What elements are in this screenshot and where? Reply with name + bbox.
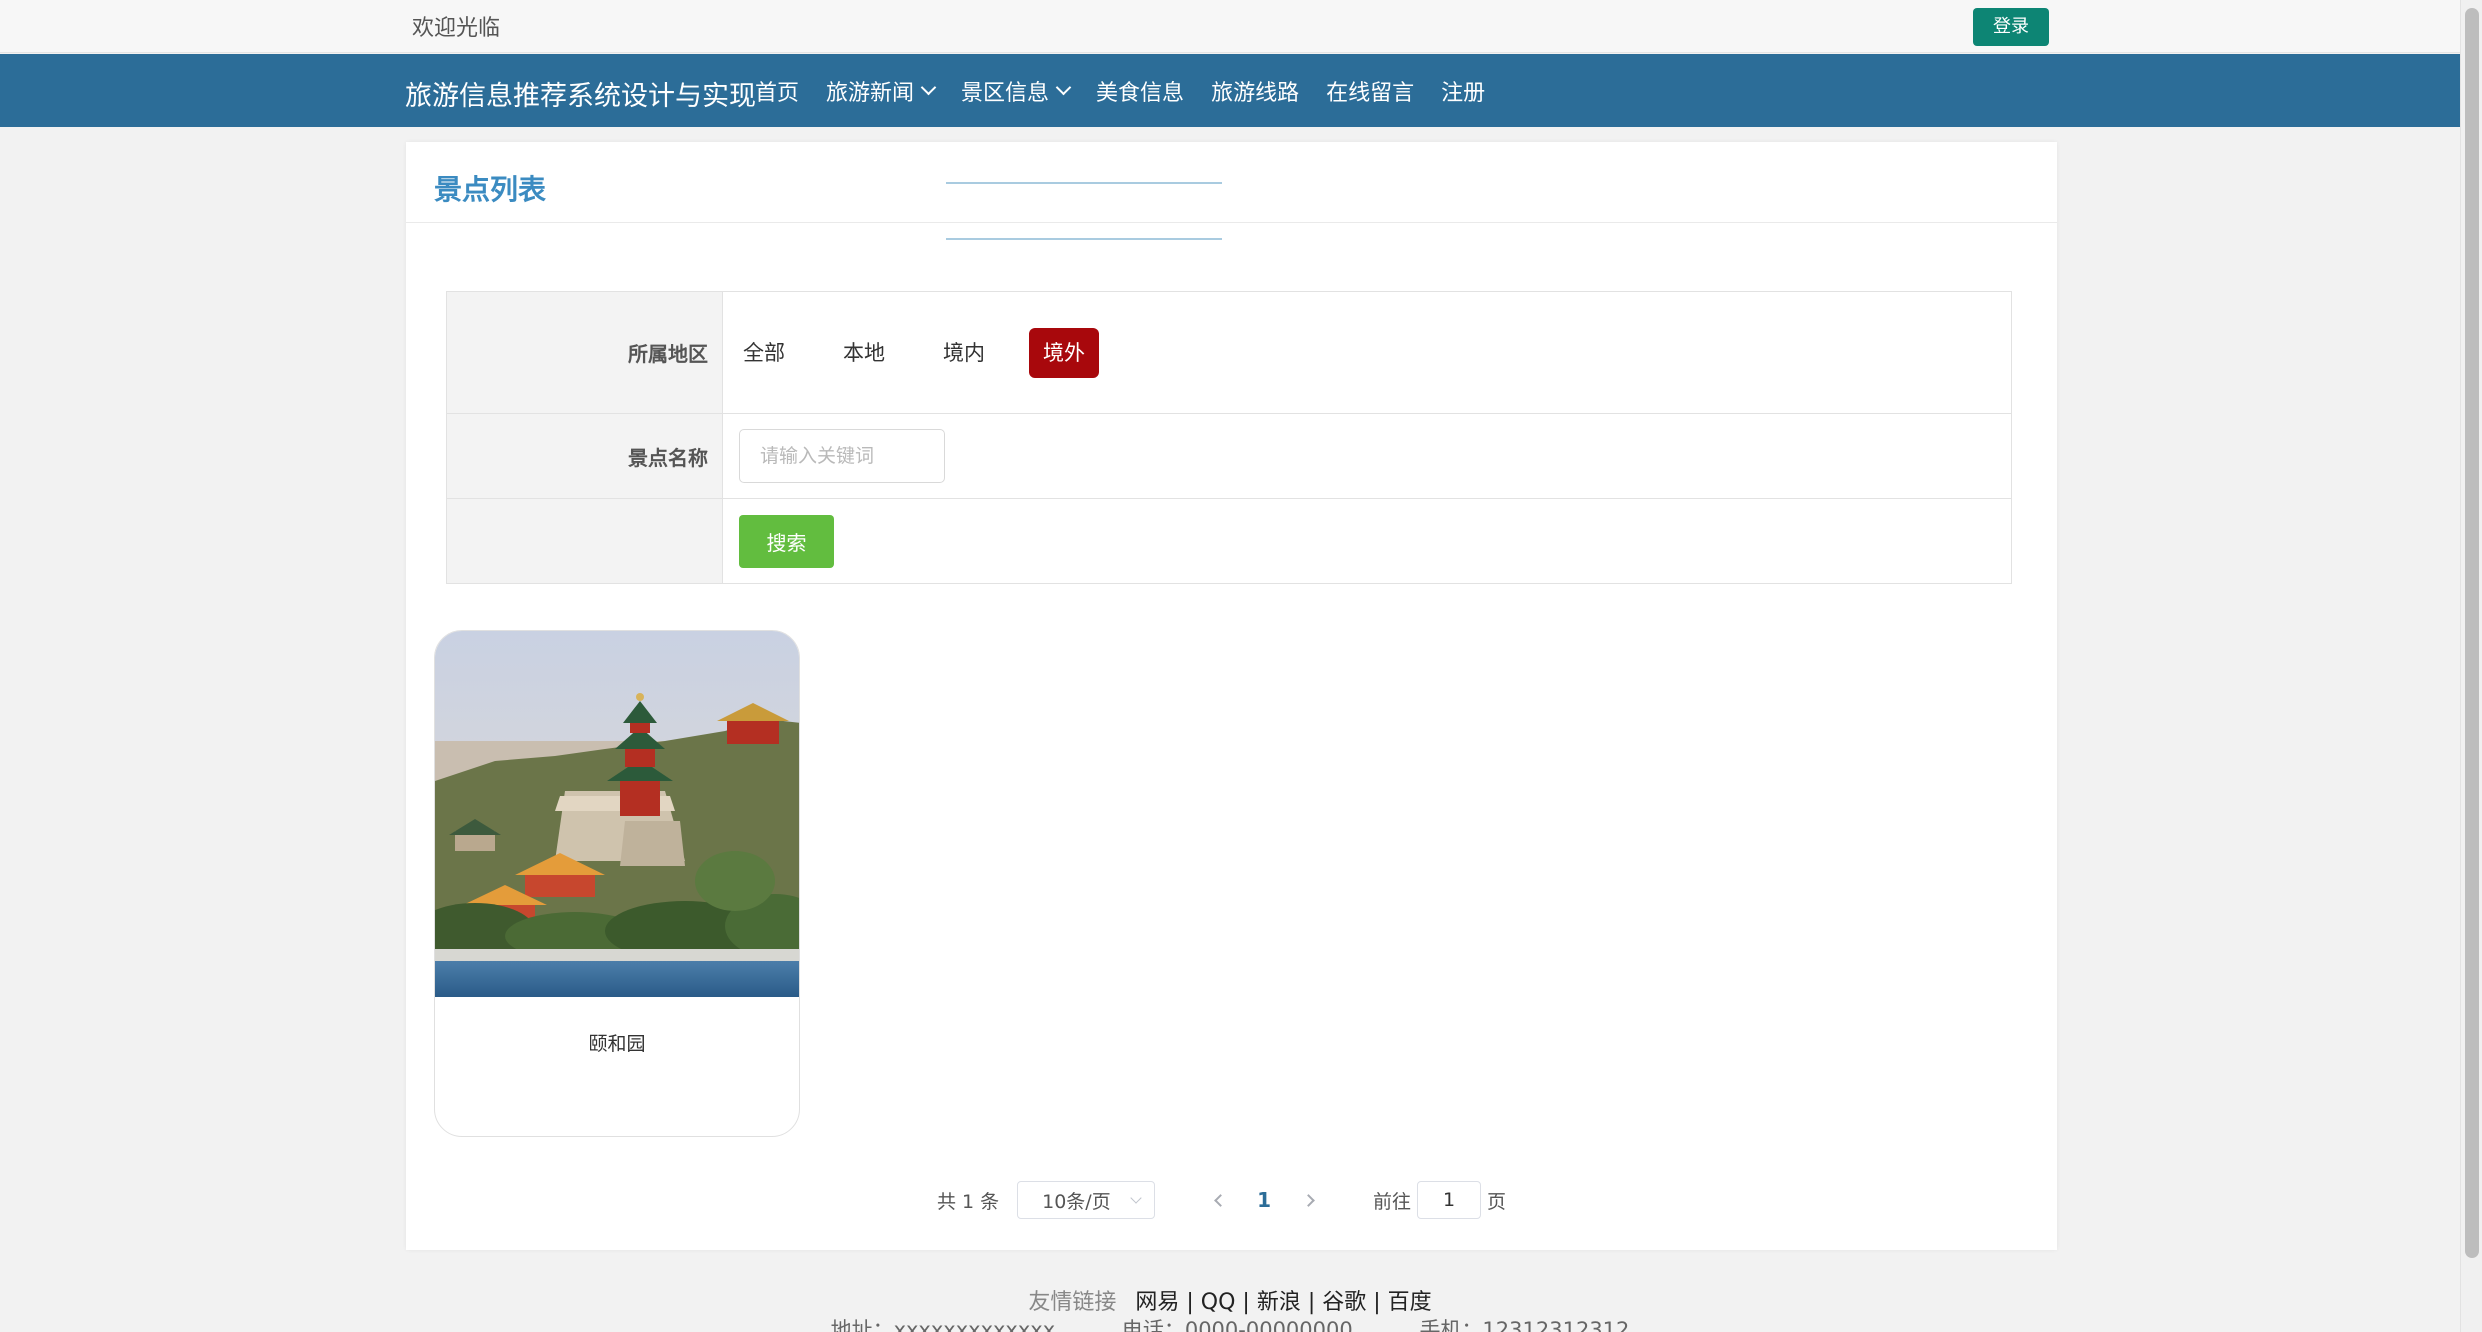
chevron-down-icon [1130,1192,1142,1204]
nav-item-food-info[interactable]: 美食信息 [1096,75,1184,107]
top-bar: 欢迎光临 登录 [0,0,2460,53]
footer-mobile: 手机：12312312312 [1419,1318,1630,1332]
region-options: 全部 本地 境内 境外 [723,292,2011,413]
page-title: 景点列表 [434,173,547,206]
next-page-button[interactable] [1293,1185,1323,1215]
footer-links: 友情链接 网易 | QQ | 新浪 | 谷歌 | 百度 [1028,1290,1432,1315]
friend-links-label: 友情链接 [1028,1290,1117,1315]
region-option-local[interactable]: 本地 [829,328,899,378]
spot-name-label: 景点名称 [447,414,723,498]
region-filter-row: 所属地区 全部 本地 境内 境外 [447,292,2011,414]
page-size-select[interactable]: 10条/页 [1017,1181,1156,1219]
pagination: 共 1 条 10条/页 1 前往 页 [406,1180,2057,1220]
spot-name[interactable]: 颐和园 [435,1029,799,1056]
footer-link-netease[interactable]: 网易 [1135,1290,1179,1315]
chevron-left-icon [1213,1193,1227,1207]
search-button[interactable]: 搜索 [739,514,834,568]
goto-label: 前往 [1373,1190,1412,1213]
nav-item-home[interactable]: 首页 [755,75,799,107]
spot-image[interactable] [435,631,800,997]
content-panel: 景点列表 所属地区 全部 本地 境内 境外 景点名称 搜索 [406,142,2057,1250]
search-filter: 所属地区 全部 本地 境内 境外 景点名称 搜索 [446,291,2012,584]
goto-page-input[interactable] [1417,1181,1482,1219]
divider [406,222,2057,223]
region-option-all[interactable]: 全部 [729,328,799,378]
chevron-right-icon [1301,1193,1315,1207]
region-label: 所属地区 [447,292,723,413]
keyword-input[interactable] [739,429,945,483]
prev-page-button[interactable] [1205,1185,1235,1215]
nav-item-register[interactable]: 注册 [1441,75,1485,107]
chevron-down-icon [920,79,937,96]
footer-link-sina[interactable]: 新浪 [1257,1290,1301,1315]
spot-card[interactable]: 颐和园 [434,630,800,1137]
scrollbar-thumb[interactable] [2465,8,2479,1258]
name-filter-row: 景点名称 [447,414,2011,499]
page-scrollbar[interactable] [2460,0,2482,1332]
footer-link-qq[interactable]: QQ [1201,1290,1236,1315]
page-number-current[interactable]: 1 [1257,1188,1271,1212]
title-decoration-line [946,182,1222,184]
site-brand[interactable]: 旅游信息推荐系统设计与实现 [405,74,756,113]
footer-link-baidu[interactable]: 百度 [1388,1290,1432,1315]
page-suffix: 页 [1487,1190,1507,1213]
chevron-down-icon [1055,79,1072,96]
nav-item-scenic-info[interactable]: 景区信息 [961,75,1072,107]
login-button[interactable]: 登录 [1973,8,2049,46]
nav-item-travel-routes[interactable]: 旅游线路 [1211,75,1299,107]
title-decoration-line [946,238,1222,240]
welcome-text: 欢迎光临 [412,16,501,41]
region-option-overseas[interactable]: 境外 [1029,327,1099,378]
region-option-domestic[interactable]: 境内 [929,328,999,378]
nav-item-travel-news[interactable]: 旅游新闻 [826,75,937,107]
footer-contact: 地址：xxxxxxxxxxxxx 电话：0000-00000000 手机：123… [0,1314,2460,1332]
main-nav: 旅游信息推荐系统设计与实现 首页 旅游新闻 景区信息 美食信息 旅游线路 在线留… [0,54,2460,127]
nav-menu: 首页 旅游新闻 景区信息 美食信息 旅游线路 在线留言 注册 [755,54,1512,127]
footer-address: 地址：xxxxxxxxxxxxx [830,1318,1056,1332]
footer-link-google[interactable]: 谷歌 [1322,1290,1366,1315]
nav-item-message-board[interactable]: 在线留言 [1326,75,1414,107]
footer-phone: 电话：0000-00000000 [1121,1318,1353,1332]
total-count: 共 1 条 [936,1190,1000,1213]
search-row: 搜索 [447,499,2011,583]
